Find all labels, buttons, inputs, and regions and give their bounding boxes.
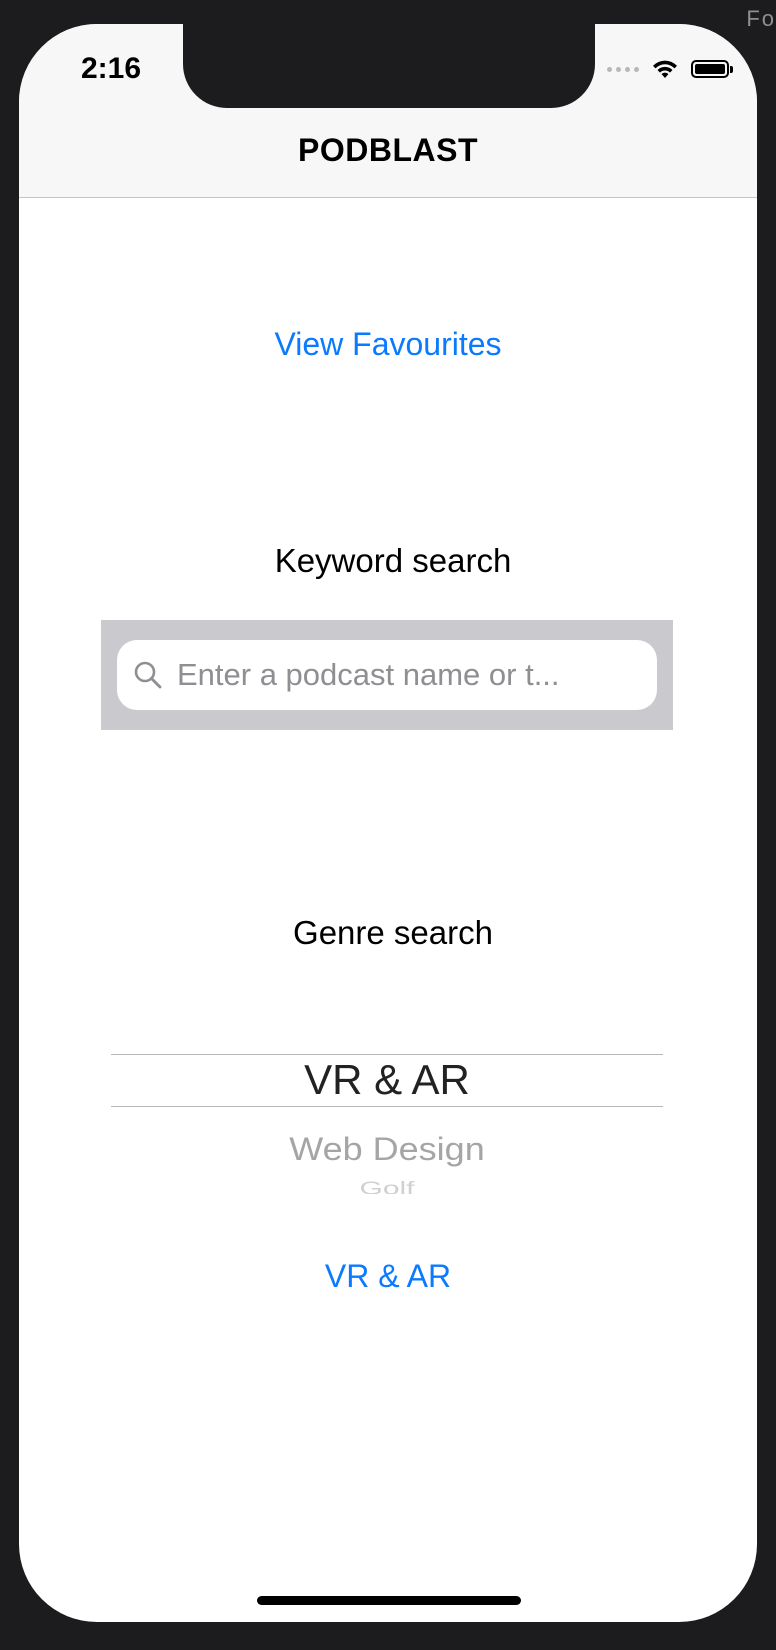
search-input[interactable]	[175, 656, 649, 694]
status-time: 2:16	[81, 52, 142, 85]
picker-option[interactable]: Golf	[111, 1179, 663, 1194]
picker-option[interactable]: Web Design	[111, 1130, 663, 1168]
home-indicator[interactable]	[257, 1596, 521, 1605]
picker-selection-top-line	[111, 1054, 663, 1055]
view-favourites-button[interactable]: View Favourites	[19, 326, 757, 363]
device-notch	[183, 24, 595, 108]
page-title: PODBLAST	[298, 132, 478, 168]
picker-selection-bottom-line	[111, 1106, 663, 1107]
search-icon	[134, 661, 162, 689]
app-screen: 2:16 PODBLAST View Favourites Keyword se…	[19, 24, 757, 1622]
device-frame: Fo 2:16 PODBLAST View Favourites Keyword…	[0, 0, 776, 1650]
status-icons	[607, 58, 733, 80]
battery-icon	[691, 60, 733, 78]
keyword-search-label: Keyword search	[274, 542, 512, 579]
wifi-icon	[653, 60, 677, 78]
cellular-dots-icon	[607, 66, 639, 72]
genre-search-label: Genre search	[293, 914, 493, 951]
search-bar	[101, 620, 673, 730]
genre-picker[interactable]: VR & AR Web Design Golf	[111, 1054, 663, 1194]
selected-genre-button[interactable]: VR & AR	[19, 1258, 757, 1295]
battery-level	[695, 64, 725, 74]
picker-option-selected[interactable]: VR & AR	[111, 1056, 663, 1104]
search-field[interactable]	[117, 640, 657, 710]
